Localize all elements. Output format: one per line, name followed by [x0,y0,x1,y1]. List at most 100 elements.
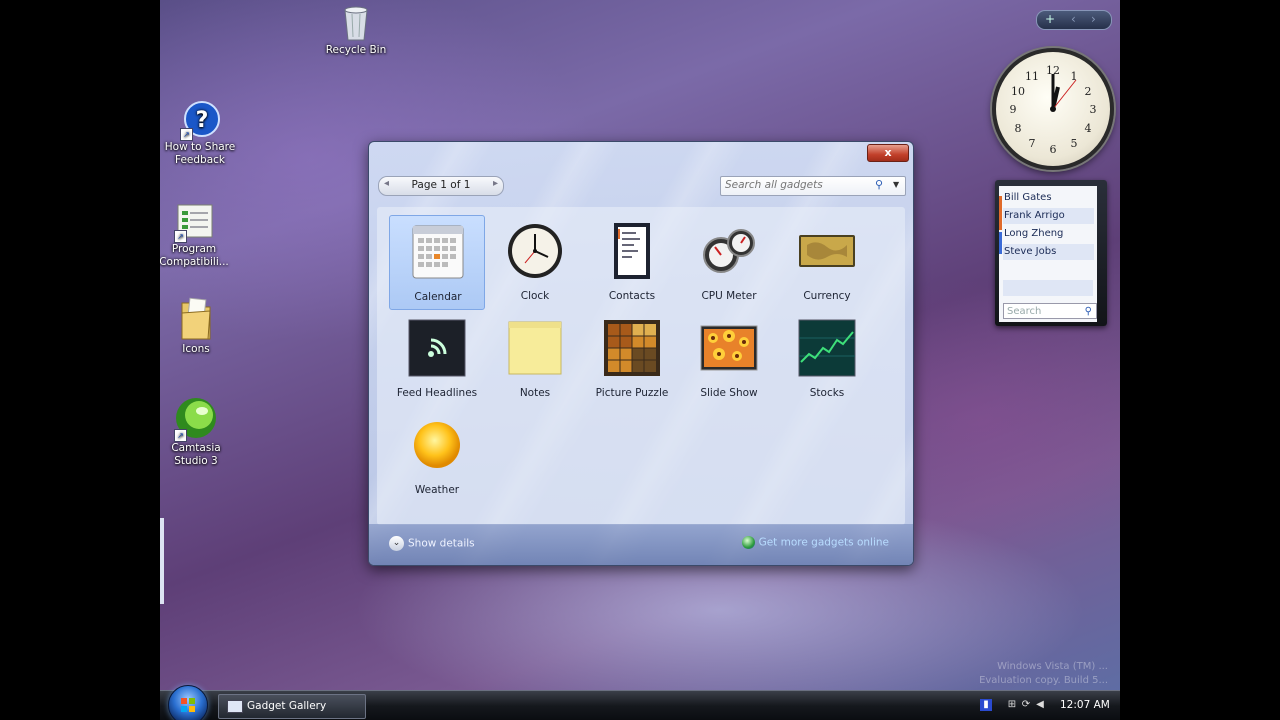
search-icon[interactable]: ⚲ [875,178,883,191]
contact-item[interactable]: Steve Jobs [1003,244,1094,260]
shortcut-arrow-icon: ↗ [174,230,187,243]
svg-text:2: 2 [1085,85,1092,98]
gadget-clock[interactable]: Clock [487,215,583,310]
rss-feed-icon [407,318,467,378]
gadget-label: Feed Headlines [396,387,478,399]
offscreen-window-edge [160,518,164,604]
network-icon[interactable]: ⊞ [1006,699,1018,711]
gadget-contacts[interactable]: Contacts [584,215,680,310]
gadget-picture-puzzle[interactable]: Picture Puzzle [584,312,680,407]
svg-text:10: 10 [1011,85,1025,98]
gadget-search-input[interactable] [723,178,877,192]
sidebar-controls[interactable]: + ‹ › [1036,10,1112,30]
get-more-label: Get more gadgets online [758,536,889,549]
contacts-list: Bill Gates Frank Arrigo Long Zheng Steve… [999,186,1097,322]
shortcut-arrow-icon: ↗ [174,429,187,442]
contacts-search-input[interactable]: Search ⚲ [1003,303,1097,319]
svg-text:11: 11 [1025,70,1039,83]
clock-time[interactable]: 12:07 AM [1060,699,1110,711]
svg-text:1: 1 [1071,70,1078,83]
sidebar-contacts-gadget: Bill Gates Frank Arrigo Long Zheng Steve… [995,180,1107,326]
show-details-toggle[interactable]: ⌄ Show details [389,536,475,551]
gadget-gallery-icon [227,699,243,713]
show-details-label: Show details [408,537,475,550]
clock-face-icon: 12 123 4567 891011 [1010,64,1097,156]
svg-text:5: 5 [1071,137,1078,150]
globe-icon [741,536,755,549]
previous-icon[interactable]: ‹ [1071,12,1076,26]
evaluation-watermark: Windows Vista (TM) ... Evaluation copy. … [979,660,1108,688]
contact-item[interactable]: Bill Gates [1003,190,1094,206]
sync-icon[interactable]: ⟳ [1020,699,1032,711]
taskbar: Gadget Gallery ▮ ⊞ ⟳ ◀ 12:07 AM [160,685,1120,720]
gadget-label: Picture Puzzle [595,387,669,399]
gadget-calendar[interactable]: Calendar [389,215,485,310]
next-icon[interactable]: › [1091,12,1096,26]
camtasia-icon: ↗ [174,396,218,442]
gadget-label: Notes [519,387,551,399]
page-navigator: ◂ Page 1 of 1 ▸ [378,176,504,196]
taskbar-item-gadget-gallery[interactable]: Gadget Gallery [218,694,366,719]
program-compatibility-shortcut[interactable]: ↗ Program Compatibili... [160,203,234,269]
taskbar-item-label: Gadget Gallery [247,700,327,712]
gadget-label: Stocks [809,387,845,399]
desktop: Recycle Bin ? ↗ How to Share Feedback ↗ … [160,0,1120,720]
windows-logo-icon [181,698,195,712]
camtasia-shortcut[interactable]: ↗ Camtasia Studio 3 [160,396,236,468]
picture-puzzle-icon [602,318,662,378]
contact-item[interactable]: Long Zheng [1003,226,1094,242]
gadget-label: Slide Show [700,387,758,399]
search-icon: ⚲ [1084,306,1092,317]
feedback-shortcut[interactable]: ? ↗ How to Share Feedback [160,99,240,167]
gadget-slide-show[interactable]: Slide Show [681,312,777,407]
next-page-icon[interactable]: ▸ [493,178,498,189]
gadget-cpu-meter[interactable]: CPU Meter [681,215,777,310]
gadget-notes[interactable]: Notes [487,312,583,407]
svg-text:6: 6 [1050,143,1057,156]
watermark-line: Windows Vista (TM) ... [997,661,1108,672]
camtasia-label: Camtasia Studio 3 [171,442,221,467]
gadget-label: Currency [803,290,851,302]
cpu-meter-icon [699,221,759,281]
system-tray: ▮ ⊞ ⟳ ◀ 12:07 AM [978,694,1114,718]
gadget-label: Calendar [414,291,462,303]
chevron-down-icon[interactable]: ▼ [893,180,899,189]
recycle-bin-shortcut[interactable]: Recycle Bin [316,4,396,57]
watermark-line: Evaluation copy. Build 5... [979,675,1108,686]
contacts-icon [602,221,662,281]
gadget-stocks[interactable]: Stocks [779,312,875,407]
gadget-currency[interactable]: Currency [779,215,875,310]
gadget-feed-headlines[interactable]: Feed Headlines [389,312,485,407]
icons-folder[interactable]: Icons [160,297,236,356]
slide-show-icon [699,318,759,378]
weather-sun-icon [407,415,467,475]
svg-text:?: ? [196,108,209,133]
recycle-bin-icon [339,4,373,42]
gadget-label: Contacts [608,290,656,302]
stocks-icon [797,318,857,378]
flag-icon[interactable]: ▮ [980,699,992,711]
gallery-footer: ⌄ Show details Get more gadgets online [369,524,913,565]
clock-icon [505,221,565,281]
add-gadget-icon[interactable]: + [1045,12,1055,26]
contacts-search-placeholder: Search [1007,306,1042,317]
shortcut-arrow-icon: ↗ [180,128,193,141]
get-more-gadgets-link[interactable]: Get more gadgets online [741,536,889,549]
gadget-gallery-window: x ◂ Page 1 of 1 ▸ ⚲ ▼ Calenda [368,141,914,566]
feedback-label: How to Share Feedback [164,141,236,166]
sidebar-clock-gadget[interactable]: 12 1 2 3 4567 8 9 10 11 [992,48,1114,170]
help-icon: ? ↗ [180,99,220,141]
gadget-weather[interactable]: Weather [389,409,485,504]
gadget-grid: Calendar Clock Contacts CPU Meter Curren… [377,207,905,525]
gadget-label: Weather [414,484,460,496]
contact-item[interactable]: Frank Arrigo [1003,208,1094,224]
icons-folder-label: Icons [182,343,210,355]
start-button[interactable] [168,685,208,720]
svg-text:4: 4 [1085,122,1092,135]
chevron-down-icon: ⌄ [389,536,404,551]
folder-icon [178,297,214,341]
svg-text:9: 9 [1010,103,1017,116]
document-icon: ↗ [174,203,214,243]
volume-icon[interactable]: ◀ [1034,699,1046,711]
close-button[interactable]: x [867,144,909,162]
